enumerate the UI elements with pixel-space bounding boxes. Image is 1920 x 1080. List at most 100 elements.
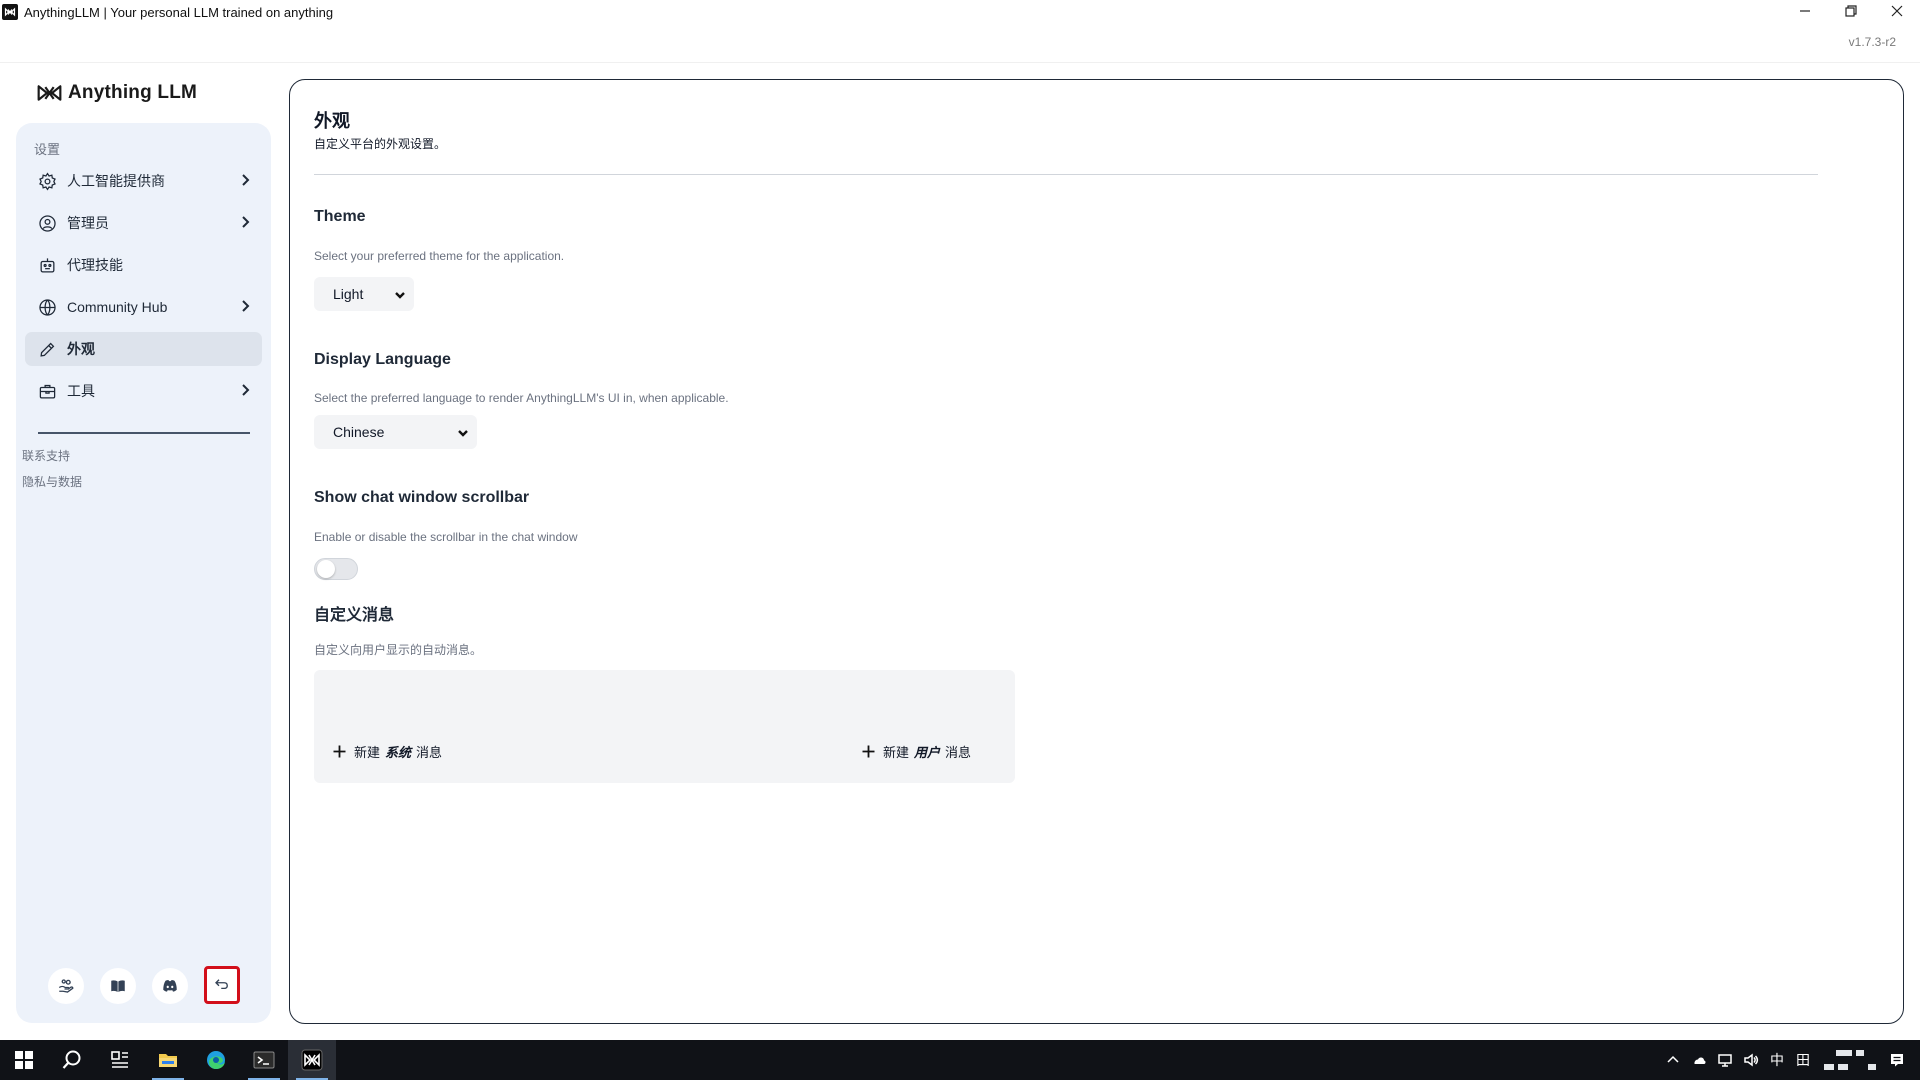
language-select[interactable]: Chinese: [314, 415, 477, 449]
sidebar-item-label: 管理员: [67, 215, 109, 231]
robot-icon: [38, 256, 57, 275]
notification-icon[interactable]: [1888, 1051, 1906, 1069]
network-icon[interactable]: [1716, 1051, 1734, 1069]
back-arrow-icon: [215, 979, 228, 990]
sidebar-nav: 人工智能提供商 管理员 代理技能 Community Hub 外观 工具: [25, 164, 262, 416]
sidebar-item-admin[interactable]: 管理员: [25, 206, 262, 240]
new-user-suffix: 消息: [945, 745, 972, 760]
onedrive-cloud-icon[interactable]: [1690, 1051, 1708, 1069]
anythingllm-taskbar-button[interactable]: [288, 1040, 336, 1080]
theme-title: Theme: [314, 208, 366, 225]
anythingllm-icon: [301, 1049, 323, 1071]
volume-icon[interactable]: [1742, 1051, 1760, 1069]
toggle-knob: [317, 560, 335, 578]
chevron-up-icon[interactable]: [1664, 1051, 1682, 1069]
theme-select-value: Light: [333, 286, 364, 302]
search-icon: [62, 1050, 81, 1069]
new-system-message-button[interactable]: 新建 系统 消息: [332, 742, 442, 761]
new-user-message-button[interactable]: 新建 用户 消息: [861, 742, 971, 761]
plus-icon: [332, 744, 347, 759]
sidebar-item-agent-skills[interactable]: 代理技能: [25, 248, 262, 282]
header-divider: [0, 62, 1920, 63]
sidebar-footer-buttons: [48, 966, 240, 1004]
contact-support-link[interactable]: 联系支持: [22, 447, 70, 464]
terminal-icon: [253, 1051, 275, 1069]
pencil-icon: [38, 340, 57, 359]
language-select-value: Chinese: [333, 424, 385, 440]
logo-mark-icon: [37, 85, 62, 101]
app-logo: Anything LLM: [37, 82, 197, 104]
page-title: 外观: [314, 111, 350, 131]
chevron-right-icon: [238, 299, 252, 313]
title-divider: [314, 174, 1818, 175]
chevron-right-icon: [238, 383, 252, 397]
chevron-right-icon: [238, 215, 252, 229]
globe-icon: [38, 298, 57, 317]
clock-area[interactable]: [1820, 1045, 1880, 1075]
windows-start-button[interactable]: [0, 1040, 48, 1080]
user-gear-icon: [38, 214, 57, 233]
appearance-settings-panel: 外观 自定义平台的外观设置。 Theme Select your preferr…: [289, 79, 1904, 1024]
scrollbar-description: Enable or disable the scrollbar in the c…: [314, 530, 578, 544]
toolbox-icon: [38, 382, 57, 401]
gear-icon: [38, 171, 57, 191]
theme-select[interactable]: Light: [314, 277, 414, 311]
chevron-right-icon: [238, 173, 252, 187]
sidebar-item-label: 外观: [67, 341, 95, 357]
discord-icon: [163, 980, 177, 992]
settings-sidebar: 设置 人工智能提供商 管理员 代理技能 Community Hub 外观 工具: [16, 123, 271, 1023]
scrollbar-title: Show chat window scrollbar: [314, 489, 530, 506]
minimize-button[interactable]: [1782, 0, 1828, 22]
sidebar-item-label: 人工智能提供商: [67, 173, 165, 189]
task-view-button[interactable]: [96, 1040, 144, 1080]
sidebar-item-label: 代理技能: [67, 257, 123, 273]
sidebar-item-appearance[interactable]: 外观: [25, 332, 262, 366]
privacy-data-link[interactable]: 隐私与数据: [22, 473, 82, 490]
task-view-icon: [111, 1051, 128, 1068]
restore-button[interactable]: [1828, 0, 1874, 22]
file-explorer-button[interactable]: [144, 1040, 192, 1080]
sidebar-item-ai-providers[interactable]: 人工智能提供商: [25, 164, 262, 198]
new-system-suffix: 消息: [416, 745, 443, 760]
windows-start-icon: [15, 1051, 33, 1069]
sidebar-item-label: 工具: [67, 383, 95, 399]
new-system-emphasis: 系统: [385, 745, 412, 760]
sidebar-divider: [38, 432, 250, 434]
theme-description: Select your preferred theme for the appl…: [314, 249, 565, 263]
book-icon: [111, 980, 125, 992]
scrollbar-toggle[interactable]: [314, 558, 358, 580]
docs-button[interactable]: [100, 968, 136, 1004]
chevron-down-icon: [457, 426, 469, 438]
community-hands-button[interactable]: [48, 968, 84, 1004]
window-title: AnythingLLM | Your personal LLM trained …: [24, 4, 334, 20]
discord-button[interactable]: [152, 968, 188, 1004]
logo-text: Anything LLM: [68, 82, 198, 103]
window-titlebar: AnythingLLM | Your personal LLM trained …: [0, 0, 1920, 24]
close-window-button[interactable]: [1874, 0, 1920, 22]
new-user-emphasis: 用户: [914, 745, 941, 760]
sidebar-item-tools[interactable]: 工具: [25, 374, 262, 408]
custom-messages-title: 自定义消息: [314, 607, 395, 624]
display-language-description: Select the preferred language to render …: [314, 391, 729, 405]
edge-browser-button[interactable]: [192, 1040, 240, 1080]
version-label: v1.7.3-r2: [1848, 35, 1896, 49]
community-hands-icon: [58, 979, 74, 993]
sidebar-section-title: 设置: [34, 142, 61, 157]
custom-messages-box: 新建 系统 消息 新建 用户 消息: [314, 670, 1015, 783]
anythingllm-app-icon: [2, 4, 18, 20]
back-button[interactable]: [204, 966, 240, 1004]
terminal-button[interactable]: [240, 1040, 288, 1080]
plus-icon: [861, 744, 876, 759]
sidebar-item-label: Community Hub: [67, 299, 168, 315]
ime-mode-indicator[interactable]: 田: [1794, 1051, 1812, 1069]
file-explorer-icon: [159, 1054, 177, 1067]
edge-icon: [207, 1051, 225, 1069]
new-system-prefix: 新建: [354, 745, 381, 760]
chevron-down-icon: [394, 288, 406, 300]
sidebar-item-community-hub[interactable]: Community Hub: [25, 290, 262, 324]
page-description: 自定义平台的外观设置。: [314, 137, 447, 151]
ime-indicator[interactable]: 中: [1768, 1051, 1786, 1069]
display-language-title: Display Language: [314, 351, 451, 368]
taskbar-search-button[interactable]: [48, 1040, 96, 1080]
system-tray: 中 田: [1664, 1040, 1920, 1080]
